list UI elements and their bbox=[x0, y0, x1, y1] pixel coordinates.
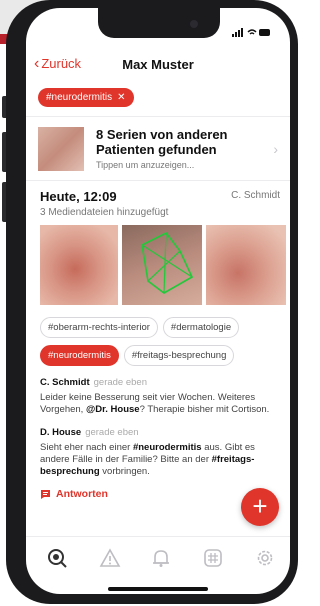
post-subtitle: 3 Mediendateien hinzugefügt bbox=[40, 207, 169, 218]
tab-alerts[interactable] bbox=[99, 547, 121, 569]
comment-author: D. House bbox=[40, 427, 82, 438]
series-thumbnail bbox=[38, 127, 84, 171]
navigation-bar: ‹ Zurück Max Muster bbox=[26, 54, 290, 76]
media-photo-2[interactable] bbox=[122, 225, 202, 305]
tag-freitags-besprechung[interactable]: #freitags-besprechung bbox=[123, 345, 235, 366]
post-header: Heute, 12:09 C. Schmidt 3 Mediendateien … bbox=[40, 189, 280, 218]
similar-series-card[interactable]: 8 Serien von anderen Patienten gefunden … bbox=[38, 125, 278, 173]
add-button[interactable]: + bbox=[241, 488, 279, 526]
divider bbox=[26, 180, 290, 181]
hashtag-link[interactable]: #neurodermitis bbox=[133, 442, 202, 453]
tag-row: #oberarm-rechts-interior #dermatologie bbox=[40, 317, 240, 338]
tag-neurodermitis[interactable]: #neurodermitis bbox=[40, 345, 119, 366]
tag-oberarm[interactable]: #oberarm-rechts-interior bbox=[40, 317, 158, 338]
comment-text: Leider keine Besserung seit vier Wochen.… bbox=[40, 392, 270, 415]
filter-chip[interactable]: #neurodermitis ✕ bbox=[38, 87, 134, 107]
media-photo-3[interactable] bbox=[206, 225, 286, 305]
status-icons bbox=[232, 28, 272, 40]
phone-frame: ‹ Zurück Max Muster #neurodermitis ✕ 8 S… bbox=[6, 0, 298, 604]
annotation-outline-icon bbox=[141, 231, 194, 294]
comment-1: C. Schmidt gerade eben Leider keine Besse… bbox=[40, 377, 280, 416]
screen: ‹ Zurück Max Muster #neurodermitis ✕ 8 S… bbox=[26, 8, 290, 594]
tab-search[interactable] bbox=[46, 547, 68, 569]
tag-dermatologie[interactable]: #dermatologie bbox=[162, 317, 240, 338]
post-author: C. Schmidt bbox=[231, 190, 280, 201]
camera bbox=[190, 20, 198, 28]
hashtag-icon bbox=[204, 549, 222, 567]
reply-label: Antworten bbox=[56, 488, 108, 500]
comment-time: gerade eben bbox=[93, 377, 147, 388]
tab-hashtags[interactable] bbox=[202, 547, 224, 569]
search-icon bbox=[48, 549, 67, 568]
bell-icon bbox=[153, 550, 169, 567]
home-indicator bbox=[108, 587, 208, 591]
comment-time: gerade eben bbox=[85, 427, 139, 438]
gear-icon bbox=[257, 550, 273, 566]
reply-button[interactable]: Antworten bbox=[40, 488, 108, 500]
tab-settings[interactable] bbox=[254, 547, 276, 569]
warning-icon bbox=[99, 548, 121, 567]
comment-text: Sieht eher nach einer #neurodermitis aus… bbox=[40, 442, 255, 477]
tab-notifications[interactable] bbox=[150, 547, 172, 569]
series-subtitle: Tippen um anzuzeigen... bbox=[96, 160, 195, 170]
chevron-right-icon: › bbox=[273, 141, 278, 157]
tag-row: #neurodermitis #freitags-besprechung bbox=[40, 345, 235, 366]
mention[interactable]: @Dr. House bbox=[86, 404, 140, 415]
page-title: Max Muster bbox=[122, 57, 194, 72]
signal-wifi-battery-icon bbox=[232, 28, 270, 37]
series-title: 8 Serien von anderen Patienten gefunden bbox=[96, 127, 228, 157]
notch bbox=[98, 8, 220, 38]
filter-chip-label: #neurodermitis bbox=[46, 92, 113, 103]
chat-bubble-icon bbox=[41, 489, 50, 499]
comment-author: C. Schmidt bbox=[40, 377, 90, 388]
tab-bar bbox=[26, 536, 290, 581]
divider bbox=[26, 116, 290, 117]
close-icon[interactable]: ✕ bbox=[117, 92, 125, 103]
media-photo-1[interactable] bbox=[40, 225, 118, 305]
comment-2: D. House gerade eben Sieht eher nach eine… bbox=[40, 427, 280, 478]
